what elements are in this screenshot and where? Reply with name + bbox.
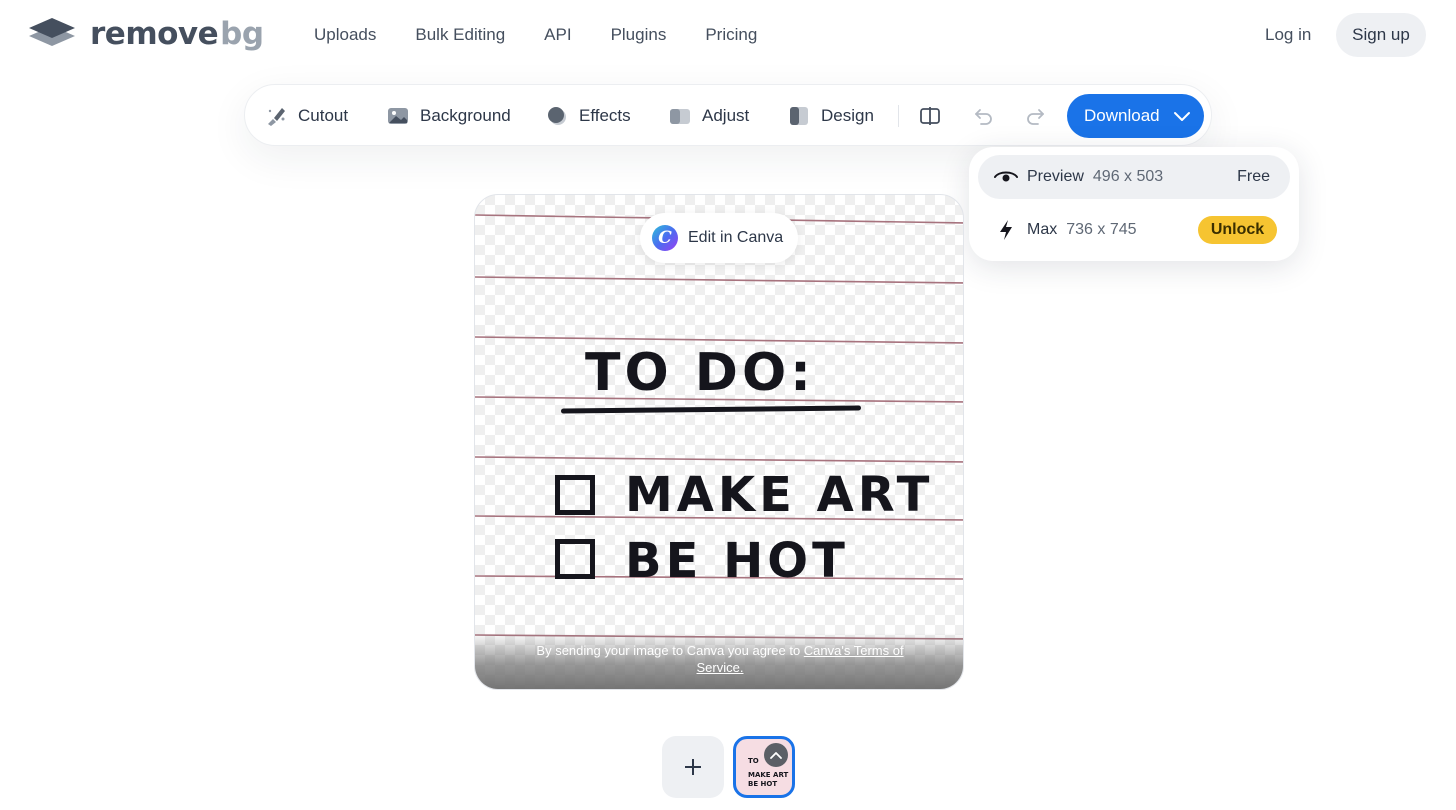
notebook-lines [475,214,963,640]
edit-in-canva-label: Edit in Canva [688,229,784,246]
nav-bulk-editing[interactable]: Bulk Editing [415,24,505,46]
effects-tool[interactable]: Effects [546,104,631,128]
redo-icon [1027,109,1044,125]
nav-uploads[interactable]: Uploads [314,24,376,46]
image-icon [387,105,409,127]
login-link[interactable]: Log in [1265,24,1311,46]
toolbar-divider [898,105,899,127]
checkbox-drawing [555,539,595,579]
nav-pricing[interactable]: Pricing [705,24,757,46]
background-tool[interactable]: Background [387,104,511,128]
undo-button[interactable] [972,104,996,128]
image-thumbnail[interactable]: TO MAKE ART BE HOT [733,736,795,798]
download-max-option[interactable]: Max 736 x 745 Unlock [978,208,1290,252]
download-label: Download [1084,106,1160,125]
unlock-button[interactable]: Unlock [1198,216,1277,244]
note-item-2: BE HOT [625,533,849,589]
adjust-tool[interactable]: Adjust [669,104,749,128]
note-item-1: MAKE ART [625,467,934,523]
chevron-down-icon [1173,110,1191,122]
max-dimensions: 736 x 745 [1066,221,1137,238]
undo-icon [975,109,992,125]
checkbox-drawing [555,475,595,515]
chevron-up-icon [770,752,782,759]
design-tool[interactable]: Design [788,104,874,128]
download-menu: Preview 496 x 503 Free Max 736 x 745 Unl… [969,147,1299,261]
signup-button[interactable]: Sign up [1336,13,1426,57]
image-preview: TO DO: MAKE ART BE HOT C Edit in Canva B… [474,194,964,690]
plus-icon [685,759,701,775]
adjust-icon [669,105,691,127]
cutout-tool[interactable]: Cutout [265,104,348,128]
thumbnail-heading: TO [748,757,759,765]
design-label: Design [821,106,874,125]
brush-icon [265,105,287,127]
thumbnail-collapse-button[interactable] [764,743,788,767]
effects-label: Effects [579,106,631,125]
logo[interactable]: removebg [28,16,264,52]
main-nav: Uploads Bulk Editing API Plugins Pricing [314,24,796,46]
download-preview-option[interactable]: Preview 496 x 503 Free [978,155,1290,199]
thumbnail-line-2: BE HOT [748,780,778,788]
logo-text: removebg [90,16,264,52]
terms-text: By sending your image to Canva you agree… [536,643,804,658]
logo-icon [29,18,75,46]
canva-terms-notice: By sending your image to Canva you agree… [475,633,963,689]
canva-logo-icon: C [652,225,678,251]
download-button[interactable]: Download [1067,94,1204,138]
top-navigation: removebg Uploads Bulk Editing API Plugin… [0,0,1456,70]
eye-icon [994,165,1018,189]
logo-text-bg: bg [220,16,264,52]
lightning-icon [994,218,1018,242]
add-image-button[interactable] [662,736,724,798]
adjust-label: Adjust [702,106,750,125]
max-label: Max [1027,221,1058,238]
compare-button[interactable] [918,104,942,128]
background-label: Background [420,106,511,125]
nav-plugins[interactable]: Plugins [611,24,667,46]
editor-toolbar: Cutout Background Effects Adjust Design … [244,84,1212,146]
edit-in-canva-button[interactable]: C Edit in Canva [640,213,798,263]
preview-dimensions: 496 x 503 [1092,168,1164,185]
redo-button[interactable] [1023,104,1047,128]
note-heading: TO DO: [585,343,815,403]
nav-api[interactable]: API [544,24,571,46]
cutout-label: Cutout [298,106,349,125]
effects-icon [546,105,568,127]
thumbnail-line-1: MAKE ART [748,771,789,779]
preview-label: Preview [1027,168,1084,185]
design-icon [788,105,810,127]
logo-text-remove: remove [90,16,219,52]
compare-icon [920,107,940,125]
preview-price: Free [1237,168,1270,185]
